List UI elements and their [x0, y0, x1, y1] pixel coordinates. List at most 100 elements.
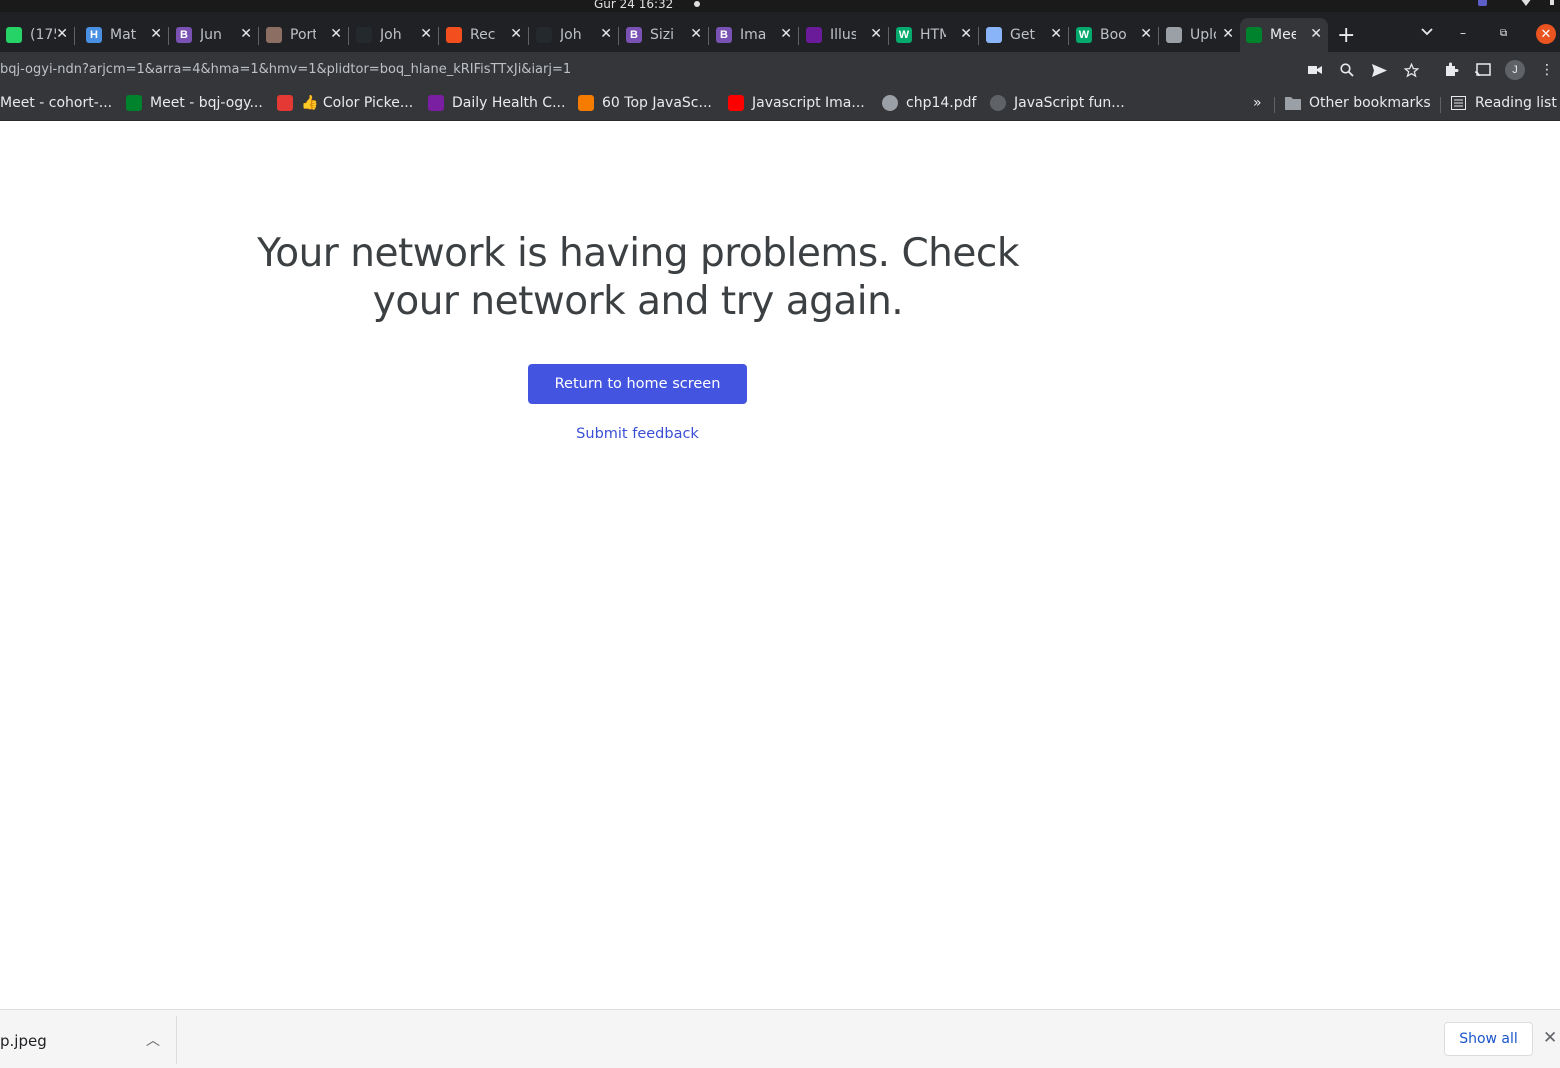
zoom-icon[interactable] — [1338, 61, 1356, 79]
close-tab-icon[interactable]: ✕ — [1140, 26, 1152, 42]
menu-kebab-icon[interactable]: ⋮ — [1538, 61, 1556, 79]
network-error-message: Your network is having problems. Check y… — [238, 230, 1038, 326]
send-icon[interactable] — [1370, 61, 1388, 79]
extensions-icon[interactable] — [1442, 61, 1460, 79]
tab-separator — [348, 27, 349, 45]
close-tab-icon[interactable]: ✕ — [870, 26, 882, 42]
globe-icon — [882, 95, 898, 111]
w-icon: W — [896, 27, 912, 43]
wifi-icon[interactable] — [1520, 0, 1532, 10]
close-tab-icon[interactable]: ✕ — [690, 26, 702, 42]
browser-tab[interactable]: B Sizi ✕ — [620, 18, 709, 52]
page-content: Your network is having problems. Check y… — [0, 122, 1560, 1009]
bookmark-item[interactable]: Meet - bqj-ogy... — [126, 95, 263, 111]
download-file-name[interactable]: p.jpeg — [0, 1032, 47, 1050]
other-bookmarks-label: Other bookmarks — [1309, 95, 1431, 111]
browser-tab[interactable]: Illus ✕ — [800, 18, 889, 52]
tab-title: Joh — [560, 27, 582, 43]
meet-icon — [1246, 27, 1262, 43]
close-tab-icon[interactable]: ✕ — [780, 26, 792, 42]
browser-tab[interactable]: Joh ✕ — [350, 18, 439, 52]
teams-icon[interactable] — [1476, 0, 1488, 10]
volume-icon[interactable] — [1548, 0, 1560, 10]
github-icon — [536, 27, 552, 43]
profile-icon — [266, 27, 282, 43]
return-home-button[interactable]: Return to home screen — [528, 364, 747, 404]
tab-search-icon[interactable] — [1420, 25, 1434, 39]
browser-tab[interactable]: Port ✕ — [260, 18, 349, 52]
download-options-chevron-icon[interactable]: ︿ — [146, 1030, 160, 1050]
close-tab-icon[interactable]: ✕ — [330, 26, 342, 42]
tab-separator — [888, 27, 889, 45]
bookmark-item[interactable]: Daily Health C... — [428, 95, 565, 111]
browser-tab[interactable]: Joh ✕ — [530, 18, 619, 52]
reading-list-icon — [1451, 96, 1466, 110]
bookmark-item[interactable]: JavaScript fun... — [990, 95, 1125, 111]
youtube-icon — [728, 95, 744, 111]
close-tab-icon[interactable]: ✕ — [600, 26, 612, 42]
bookmark-label: Meet - cohort-... — [0, 95, 113, 111]
tab-separator — [798, 27, 799, 45]
browser-tab[interactable]: Rec ✕ — [440, 18, 529, 52]
camera-icon[interactable] — [1306, 61, 1324, 79]
bookmark-star-icon[interactable] — [1402, 61, 1420, 79]
close-tab-icon[interactable]: ✕ — [240, 26, 252, 42]
tab-separator — [1068, 27, 1069, 45]
close-tab-icon[interactable]: ✕ — [1222, 26, 1234, 42]
submit-feedback-link[interactable]: Submit feedback — [528, 426, 747, 448]
profile-avatar[interactable]: J — [1505, 60, 1525, 80]
other-bookmarks-folder[interactable]: Other bookmarks — [1285, 95, 1431, 111]
browser-tab[interactable]: W Boo ✕ — [1070, 18, 1159, 52]
tab-title: Sizi — [650, 27, 675, 43]
reading-list-button[interactable]: Reading list — [1451, 95, 1557, 111]
tab-title: Ima — [740, 27, 766, 43]
close-tab-icon[interactable]: ✕ — [420, 26, 432, 42]
browser-tab[interactable]: (175✕ — [0, 18, 75, 52]
blogger-icon — [578, 95, 594, 111]
system-clock[interactable]: Gur 24 16:32 — [594, 0, 673, 11]
browser-tab[interactable]: B Ima ✕ — [710, 18, 799, 52]
tab-title: Get — [1010, 27, 1035, 43]
browser-tab[interactable]: Mee ✕ — [1240, 18, 1328, 52]
more-bookmarks-chevron-icon[interactable]: » — [1253, 95, 1262, 111]
address-bar[interactable]: bqj-ogyi-ndn?arjcm=1&arra=4&hma=1&hmv=1&… — [0, 62, 571, 77]
error-line-1: Your network is having problems. Check — [257, 231, 1019, 276]
close-download-shelf-icon[interactable]: ✕ — [1543, 1028, 1557, 1048]
bookmarks-separator — [1440, 97, 1441, 113]
restore-window-button[interactable]: ⧉ — [1500, 28, 1507, 39]
bootstrap-icon: B — [716, 27, 732, 43]
close-tab-icon[interactable]: ✕ — [960, 26, 972, 42]
bookmark-label: Meet - bqj-ogy... — [150, 95, 263, 111]
close-tab-icon[interactable]: ✕ — [150, 26, 162, 42]
form-icon — [428, 95, 444, 111]
bookmark-item[interactable]: Meet - cohort-... — [0, 95, 112, 111]
bookmark-item[interactable]: 60 Top JavaSc... — [578, 95, 712, 111]
bootstrap-icon: B — [176, 27, 192, 43]
browser-tab[interactable]: W HTM ✕ — [890, 18, 979, 52]
tab-strip: (175✕HMat✕BJun✕Port✕Joh✕Rec✕Joh✕BSizi✕BI… — [0, 12, 1560, 52]
close-tab-icon[interactable]: ✕ — [56, 26, 68, 42]
close-tab-icon[interactable]: ✕ — [1050, 26, 1062, 42]
browser-tab[interactable]: H Mat ✕ — [80, 18, 169, 52]
close-tab-icon[interactable]: ✕ — [510, 26, 522, 42]
minimize-window-button[interactable]: – — [1460, 26, 1466, 40]
close-tab-icon[interactable]: ✕ — [1310, 26, 1322, 42]
tab-title: Mee — [1270, 27, 1296, 43]
cast-icon[interactable] — [1474, 61, 1492, 79]
tab-separator — [978, 27, 979, 45]
browser-tab[interactable]: B Jun ✕ — [170, 18, 259, 52]
bookmark-item[interactable]: chp14.pdf — [882, 95, 976, 111]
new-tab-button[interactable]: + — [1337, 23, 1355, 48]
browser-tab[interactable]: Uplo ✕ — [1160, 18, 1241, 52]
bookmark-item[interactable]: 👍 Color Picke... — [277, 95, 413, 111]
browser-tab[interactable]: Get ✕ — [980, 18, 1069, 52]
download-shelf: p.jpeg ︿ Show all ✕ — [0, 1009, 1560, 1068]
reading-list-label: Reading list — [1475, 95, 1557, 111]
bookmark-label: 60 Top JavaSc... — [602, 95, 712, 111]
tab-separator — [438, 27, 439, 45]
bootstrap-icon: B — [626, 27, 642, 43]
error-line-2: your network and try again. — [372, 279, 904, 324]
close-window-button[interactable]: ✕ — [1536, 24, 1556, 44]
bookmark-item[interactable]: Javascript Ima... — [728, 95, 865, 111]
show-all-downloads-button[interactable]: Show all — [1444, 1022, 1533, 1056]
